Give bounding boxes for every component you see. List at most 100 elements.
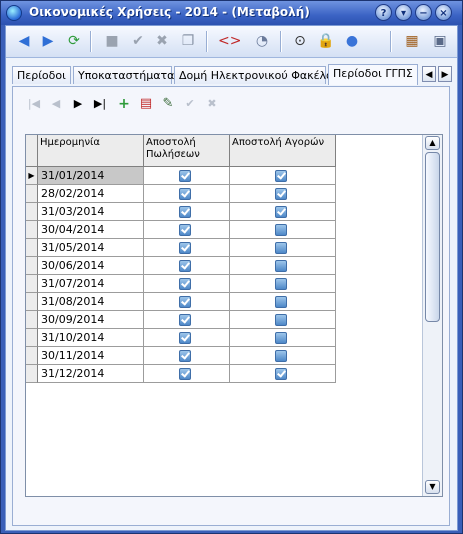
send-sales-checkbox[interactable] [179, 260, 191, 272]
edit-row-icon[interactable]: ✎ [159, 95, 177, 113]
send-purchases-checkbox[interactable] [275, 350, 287, 362]
table-row[interactable]: 31/07/2014 [26, 275, 336, 293]
header-date[interactable]: Ημερομηνία [38, 135, 144, 167]
send-sales-checkbox[interactable] [179, 368, 191, 380]
scroll-up-button[interactable]: ▲ [425, 136, 440, 150]
send-purchases-checkbox[interactable] [275, 332, 287, 344]
send-sales-checkbox[interactable] [179, 296, 191, 308]
row-indicator[interactable] [26, 203, 38, 221]
send-sales-checkbox[interactable] [179, 224, 191, 236]
tab-next-button[interactable]: ▶ [438, 66, 452, 82]
send-purchases-checkbox[interactable] [275, 224, 287, 236]
row-indicator[interactable] [26, 221, 38, 239]
table-row[interactable]: 31/10/2014 [26, 329, 336, 347]
last-record-button[interactable]: ▶| [91, 95, 109, 113]
send-purchases-checkbox[interactable] [275, 296, 287, 308]
table-row[interactable]: 31/08/2014 [26, 293, 336, 311]
prev-record-button[interactable]: ◀ [47, 95, 65, 113]
date-cell[interactable]: 31/10/2014 [38, 329, 144, 347]
table-row[interactable]: 30/06/2014 [26, 257, 336, 275]
table-row[interactable]: ▶ 31/01/2014 [26, 167, 336, 185]
cancel-x-icon[interactable]: ✖ [152, 31, 172, 51]
menu-button[interactable]: ▾ [395, 4, 412, 21]
row-indicator[interactable] [26, 347, 38, 365]
code-brackets-icon[interactable]: <> [218, 31, 241, 51]
scroll-thumb[interactable] [425, 152, 440, 322]
tab-prev-button[interactable]: ◀ [422, 66, 436, 82]
send-sales-checkbox[interactable] [179, 332, 191, 344]
history-icon[interactable]: ◔ [252, 31, 272, 51]
send-sales-checkbox[interactable] [179, 350, 191, 362]
table-row[interactable]: 31/05/2014 [26, 239, 336, 257]
date-cell[interactable]: 30/09/2014 [38, 311, 144, 329]
back-arrow-icon[interactable]: ◀ [14, 31, 34, 51]
date-cell[interactable]: 31/07/2014 [38, 275, 144, 293]
row-indicator[interactable] [26, 257, 38, 275]
date-cell[interactable]: 30/04/2014 [38, 221, 144, 239]
send-purchases-checkbox[interactable] [275, 368, 287, 380]
vertical-scrollbar[interactable]: ▲ ▼ [422, 135, 442, 496]
send-sales-checkbox[interactable] [179, 278, 191, 290]
window-options-icon[interactable]: ▣ [430, 31, 450, 51]
user-settings-icon[interactable]: ● [342, 31, 362, 51]
table-row[interactable]: 30/11/2014 [26, 347, 336, 365]
calendar-icon[interactable]: ▦ [402, 31, 422, 51]
scroll-down-button[interactable]: ▼ [425, 480, 440, 494]
tab-branches[interactable]: Υποκαταστήματα [73, 66, 174, 84]
send-purchases-checkbox[interactable] [275, 170, 287, 182]
header-send-purchases[interactable]: Αποστολή Αγορών [230, 135, 336, 167]
send-sales-checkbox[interactable] [179, 188, 191, 200]
row-indicator[interactable] [26, 329, 38, 347]
copy-icon[interactable]: ❐ [178, 31, 198, 51]
row-indicator[interactable] [26, 293, 38, 311]
table-row[interactable]: 28/02/2014 [26, 185, 336, 203]
lock-icon[interactable]: 🔒 [316, 31, 336, 51]
first-record-button[interactable]: |◀ [25, 95, 43, 113]
binoculars-icon[interactable]: ⊙ [290, 31, 310, 51]
tab-ggps-periods[interactable]: Περίοδοι ΓΓΠΣ [328, 64, 418, 85]
row-indicator[interactable] [26, 365, 38, 383]
minimize-button[interactable]: − [415, 4, 432, 21]
insert-row-icon[interactable]: + [115, 95, 133, 113]
cancel-edit-icon[interactable]: ✖ [203, 95, 221, 113]
refresh-icon[interactable]: ⟳ [64, 31, 84, 51]
row-indicator[interactable] [26, 275, 38, 293]
next-record-button[interactable]: ▶ [69, 95, 87, 113]
send-sales-checkbox[interactable] [179, 206, 191, 218]
send-purchases-checkbox[interactable] [275, 260, 287, 272]
forward-arrow-icon[interactable]: ▶ [38, 31, 58, 51]
send-purchases-checkbox[interactable] [275, 314, 287, 326]
header-send-sales[interactable]: Αποστολή Πωλήσεων [144, 135, 230, 167]
date-cell[interactable]: 30/06/2014 [38, 257, 144, 275]
send-sales-checkbox[interactable] [179, 170, 191, 182]
send-purchases-checkbox[interactable] [275, 206, 287, 218]
table-row[interactable]: 30/04/2014 [26, 221, 336, 239]
table-row[interactable]: 31/12/2014 [26, 365, 336, 383]
date-cell[interactable]: 31/08/2014 [38, 293, 144, 311]
post-check-icon[interactable]: ✔ [181, 95, 199, 113]
confirm-check-icon[interactable]: ✔ [128, 31, 148, 51]
close-button[interactable]: × [435, 4, 452, 21]
date-cell[interactable]: 31/03/2014 [38, 203, 144, 221]
date-cell[interactable]: 31/12/2014 [38, 365, 144, 383]
delete-row-icon[interactable]: ▤ [137, 95, 155, 113]
date-cell[interactable]: 31/05/2014 [38, 239, 144, 257]
send-sales-checkbox[interactable] [179, 242, 191, 254]
row-indicator[interactable] [26, 311, 38, 329]
table-row[interactable]: 30/09/2014 [26, 311, 336, 329]
tab-periods[interactable]: Περίοδοι [12, 66, 71, 84]
send-sales-checkbox[interactable] [179, 314, 191, 326]
help-button[interactable]: ? [375, 4, 392, 21]
date-cell[interactable]: 28/02/2014 [38, 185, 144, 203]
date-cell[interactable]: 31/01/2014 [38, 167, 144, 185]
send-purchases-checkbox[interactable] [275, 188, 287, 200]
row-indicator[interactable] [26, 185, 38, 203]
tab-electronic-folder[interactable]: Δομή Ηλεκτρονικού Φακέλου [174, 66, 339, 84]
send-purchases-checkbox[interactable] [275, 242, 287, 254]
title-bar[interactable]: Οικονομικές Χρήσεις - 2014 - (Μεταβολή) … [1, 1, 462, 25]
date-cell[interactable]: 30/11/2014 [38, 347, 144, 365]
row-indicator[interactable]: ▶ [26, 167, 38, 185]
row-indicator[interactable] [26, 239, 38, 257]
send-purchases-checkbox[interactable] [275, 278, 287, 290]
delete-icon[interactable]: ■ [102, 31, 122, 51]
